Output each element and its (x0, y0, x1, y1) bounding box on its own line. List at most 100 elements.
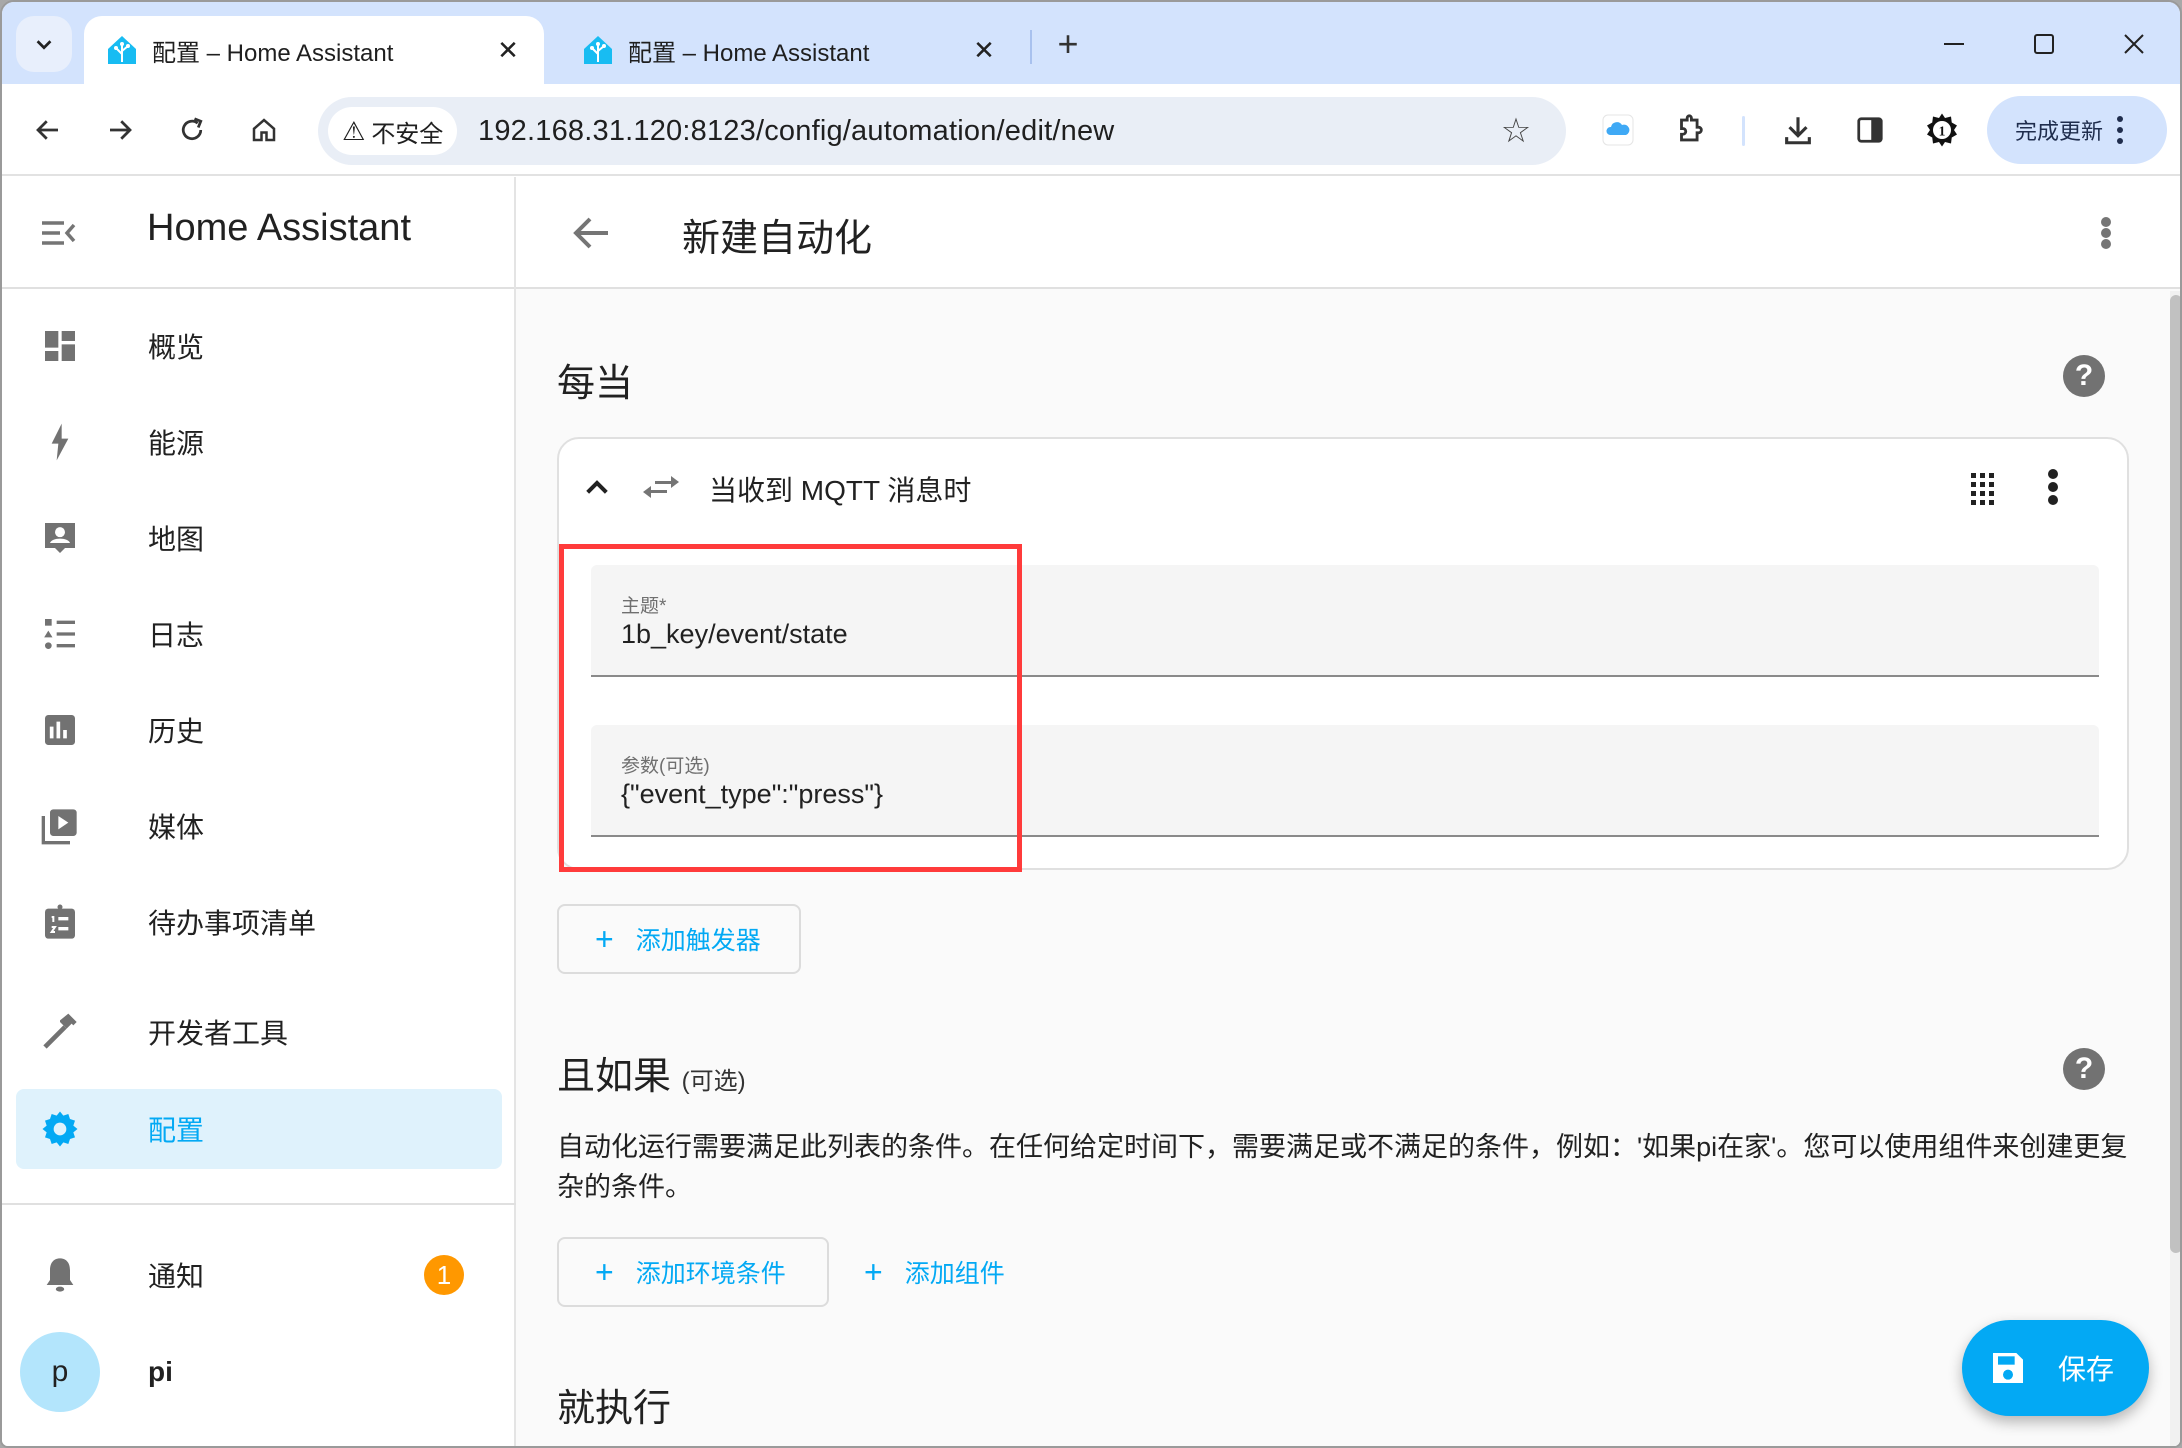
scrollbar-thumb[interactable] (2170, 295, 2180, 1253)
scrollbar[interactable] (2170, 291, 2180, 1446)
help-circle-icon[interactable]: ? (2063, 1048, 2105, 1090)
warning-icon: ⚠ (342, 115, 366, 146)
tab-close-icon[interactable]: ✕ (494, 35, 522, 65)
home-assistant-favicon-icon (584, 36, 612, 64)
add-condition-label: 添加环境条件 (635, 1260, 786, 1288)
cloud-icon (1602, 114, 1634, 146)
trigger-card-header[interactable]: 当收到 MQTT 消息时 (559, 439, 2127, 535)
sidebar-item-map[interactable]: 地图 (16, 498, 502, 578)
chevron-up-icon[interactable] (581, 471, 613, 503)
sidebar-item-logbook[interactable]: 日志 (16, 594, 502, 674)
minimize-icon (1944, 43, 1964, 45)
back-button[interactable] (24, 106, 72, 154)
side-panel-button[interactable] (1846, 106, 1894, 154)
topic-input[interactable] (621, 619, 2021, 650)
automation-editor: 新建自动化 每当 ? 当收到 MQTT 消息时 主题* 1b_key/event… (516, 177, 2180, 1446)
trigger-menu-icon[interactable] (2046, 469, 2060, 505)
content-save-icon (1993, 1353, 2023, 1383)
extensions-button[interactable] (1666, 106, 1714, 154)
arrow-left-icon (36, 120, 58, 140)
page-title: 新建自动化 (682, 218, 873, 260)
sidebar-item-label: 历史 (148, 716, 205, 747)
sidebar-item-user[interactable]: p pi (16, 1332, 502, 1412)
swap-horizontal-icon (643, 476, 679, 498)
user-name: pi (148, 1356, 173, 1387)
sidebar-item-overview[interactable]: 概览 (16, 306, 502, 386)
trigger-title: 当收到 MQTT 消息时 (709, 475, 972, 506)
add-trigger-button[interactable]: + 添加触发器 (557, 904, 801, 974)
minimize-button[interactable] (1926, 20, 1982, 68)
bookmark-star-icon[interactable]: ☆ (1496, 111, 1536, 151)
tab-search-button[interactable] (16, 16, 72, 72)
sidebar-item-label: 配置 (148, 1115, 205, 1146)
tab-title: 配置 – Home Assistant (152, 39, 394, 67)
toolbar-header: 新建自动化 (516, 177, 2180, 289)
gear-badge-icon: 1 (1927, 113, 1957, 147)
conditions-heading: 且如果 (可选) (557, 1045, 746, 1100)
close-icon (2124, 34, 2144, 54)
sidebar-item-todo[interactable]: 待办事项清单 (16, 882, 502, 962)
plus-icon: + (595, 1253, 614, 1290)
hammer-icon (43, 1013, 77, 1049)
sidebar-item-label: 能源 (148, 428, 205, 459)
downloads-button[interactable] (1774, 106, 1822, 154)
home-assistant-favicon-icon (108, 36, 136, 64)
sidebar-item-label: 概览 (148, 332, 205, 363)
sidebar-item-history[interactable]: 历史 (16, 690, 502, 770)
tab-inactive[interactable]: 配置 – Home Assistant ✕ (560, 16, 1020, 84)
tab-active[interactable]: 配置 – Home Assistant ✕ (84, 16, 544, 84)
sidebar-item-media[interactable]: 媒体 (16, 786, 502, 866)
account-box-map-icon (45, 523, 75, 553)
payload-input[interactable] (621, 779, 2021, 810)
update-button[interactable]: 完成更新 (1987, 96, 2167, 164)
help-circle-icon[interactable]: ? (2063, 355, 2105, 397)
new-tab-button[interactable]: + (1048, 23, 1088, 64)
close-window-button[interactable] (2106, 20, 2162, 68)
tab-close-icon[interactable]: ✕ (970, 35, 998, 65)
reload-button[interactable] (168, 106, 216, 154)
add-trigger-label: 添加触发器 (635, 927, 761, 955)
menu-open-icon[interactable] (38, 213, 78, 253)
site-info-chip[interactable]: ⚠ 不安全 (328, 107, 458, 155)
mqtt-trigger-card: 当收到 MQTT 消息时 主题* 参数(可选) (557, 437, 2129, 870)
sidebar-item-notifications[interactable]: 通知 1 (16, 1235, 502, 1315)
home-button[interactable] (240, 106, 288, 154)
tab-separator (1030, 30, 1032, 64)
save-button[interactable]: 保存 (1962, 1320, 2149, 1416)
tab-title: 配置 – Home Assistant (628, 39, 870, 67)
add-condition-button[interactable]: + 添加环境条件 (557, 1237, 829, 1307)
plus-icon: + (864, 1253, 883, 1290)
browser-menu-icon (2117, 116, 2124, 144)
sidebar-item-developer-tools[interactable]: 开发者工具 (16, 992, 502, 1072)
extension-gear-button[interactable]: 1 (1918, 106, 1966, 154)
icloud-extension-button[interactable] (1594, 106, 1642, 154)
overflow-menu-icon[interactable] (2096, 213, 2116, 253)
download-icon (1785, 117, 1811, 145)
browser-window: 配置 – Home Assistant ✕ 配置 – Home Assistan… (0, 0, 2182, 1448)
sidebar-item-label: 通知 (148, 1261, 205, 1292)
sidebar-title: Home Assistant (147, 207, 411, 249)
actions-heading: 就执行 (557, 1388, 672, 1430)
bell-icon (46, 1258, 74, 1292)
avatar: p (20, 1332, 100, 1412)
forward-button[interactable] (96, 106, 144, 154)
add-building-block-button[interactable]: + 添加组件 (864, 1237, 1005, 1307)
url-text[interactable]: 192.168.31.120:8123/config/automation/ed… (478, 97, 1114, 165)
payload-field[interactable]: 参数(可选) (591, 725, 2099, 837)
back-arrow-icon[interactable] (568, 209, 616, 257)
address-bar[interactable]: ⚠ 不安全 192.168.31.120:8123/config/automat… (318, 97, 1566, 165)
topic-field[interactable]: 主题* (591, 565, 2099, 677)
chevron-down-icon (36, 40, 52, 50)
puzzle-icon (1680, 114, 1703, 142)
maximize-button[interactable] (2016, 20, 2072, 68)
sidebar-item-settings[interactable]: 配置 (16, 1089, 502, 1169)
toolbar-separator (1742, 116, 1745, 146)
sidebar-item-label: 媒体 (148, 812, 205, 843)
sidebar-divider (2, 1203, 516, 1205)
cog-icon (42, 1111, 78, 1147)
topic-label: 主题* (621, 596, 667, 617)
view-dashboard-icon (45, 331, 75, 361)
drag-handle-icon[interactable] (1971, 473, 1995, 505)
sidebar-item-energy[interactable]: 能源 (16, 402, 502, 482)
sidebar-item-label: 地图 (148, 524, 205, 555)
